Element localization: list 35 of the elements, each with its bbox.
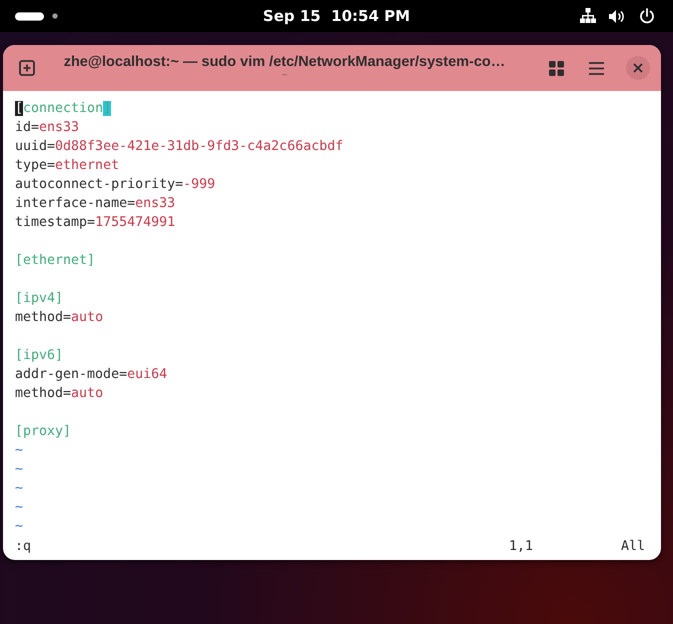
clock[interactable]: Sep 15 10:54 PM [262, 7, 410, 25]
code-line: [connection] [15, 100, 112, 118]
empty-line-marker: ~ [15, 499, 24, 517]
volume-icon[interactable] [609, 8, 626, 24]
grid-icon[interactable] [549, 60, 564, 76]
close-icon [633, 63, 643, 73]
empty-line-marker: ~ [15, 442, 24, 460]
empty-line-marker: ~ [15, 461, 24, 479]
code-line: [ethernet] [15, 252, 96, 270]
menu-icon[interactable] [589, 62, 604, 74]
code-line: type=ethernet [15, 157, 120, 175]
new-tab-icon[interactable] [19, 60, 35, 76]
code-line: addr-gen-mode=eui64 [15, 366, 168, 384]
empty-line-marker: ~ [15, 518, 24, 536]
code-line: [proxy] [15, 423, 72, 441]
code-line: autoconnect-priority=-999 [15, 176, 216, 194]
window-subtitle: ~ [280, 70, 288, 82]
activities-icon[interactable] [15, 12, 44, 20]
code-line: uuid=0d88f3ee-421e-31db-9fd3-c4a2c66acbdf [15, 138, 344, 156]
code-line: method=auto [15, 385, 104, 403]
code-line: timestamp=1755474991 [15, 214, 176, 232]
code-line: [ipv6] [15, 347, 64, 365]
empty-line-marker: ~ [15, 480, 24, 498]
command-line: :q [15, 538, 32, 556]
code-line: method=auto [15, 309, 104, 327]
power-icon[interactable] [639, 8, 655, 24]
code-line: [ipv4] [15, 290, 64, 308]
window-title: zhe@localhost:~ — sudo vim /etc/NetworkManager/system-co… [62, 54, 506, 70]
code-line: interface-name=ens33 [15, 195, 176, 213]
cursor-position: 1,1 [508, 538, 534, 556]
code-line: id=ens33 [15, 119, 80, 137]
network-icon[interactable] [580, 8, 596, 24]
close-button[interactable] [626, 56, 650, 80]
scroll-position: All [620, 538, 645, 556]
workspace-dot-icon[interactable] [52, 13, 58, 19]
